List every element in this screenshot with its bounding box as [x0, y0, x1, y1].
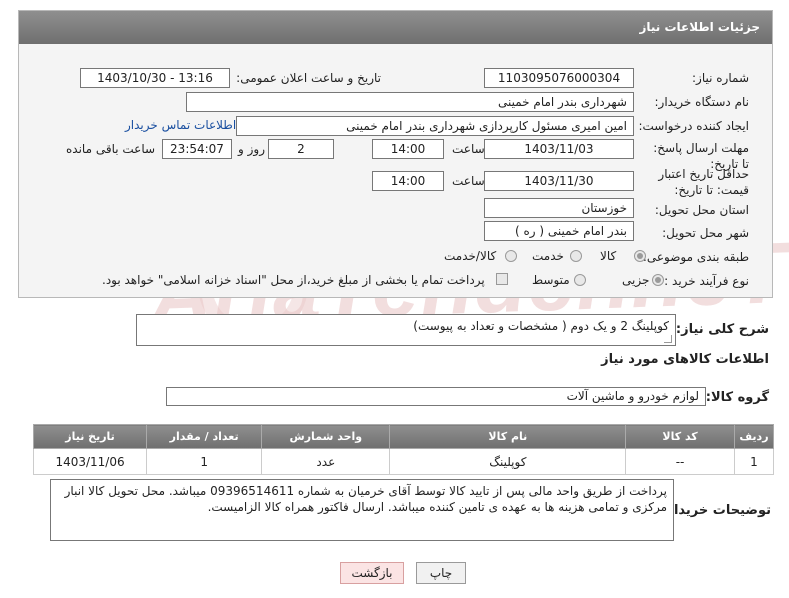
- days-remaining-field[interactable]: 2: [268, 139, 334, 159]
- process-radio-medium[interactable]: [574, 274, 586, 286]
- city-field[interactable]: بندر امام خمینی ( ره ): [484, 221, 634, 241]
- need-number-label: شماره نیاز:: [692, 71, 749, 85]
- description-field[interactable]: کوپلینگ 2 و یک دوم ( مشخصات و تعداد به پ…: [136, 314, 676, 346]
- table-row[interactable]: 1 -- کوپلینگ عدد 1 1403/11/06: [32, 448, 775, 475]
- deadline-date-field[interactable]: 1403/11/03: [484, 139, 634, 159]
- col-name-header: نام کالا: [389, 424, 627, 449]
- panel-title: جزئیات اطلاعات نیاز: [19, 11, 772, 44]
- category-label: طبقه بندی موضوعی:: [642, 250, 749, 264]
- category-option-service: خدمت: [532, 249, 564, 263]
- remaining-label: ساعت باقی مانده: [66, 142, 156, 156]
- category-radio-goods-service[interactable]: [505, 250, 517, 262]
- process-option-minor: جزیی: [622, 273, 650, 287]
- announce-field[interactable]: 1403/10/30 - 13:16: [80, 68, 230, 88]
- cell-name: کوپلینگ: [389, 448, 627, 475]
- cell-unit: عدد: [261, 448, 391, 475]
- goods-table: ردیف کد کالا نام کالا واحد شمارش تعداد /…: [32, 424, 775, 475]
- need-number-field[interactable]: 1103095076000304: [484, 68, 634, 88]
- goods-group-label: گروه کالا:: [705, 390, 769, 405]
- description-label: شرح کلی نیاز:: [675, 322, 769, 337]
- back-button[interactable]: بازگشت: [340, 562, 404, 584]
- province-label: استان محل تحویل:: [654, 203, 749, 217]
- cell-qty: 1: [146, 448, 263, 475]
- cell-date: 1403/11/06: [32, 448, 148, 475]
- resize-grip-icon[interactable]: [664, 335, 672, 343]
- description-text: کوپلینگ 2 و یک دوم ( مشخصات و تعداد به پ…: [413, 319, 669, 333]
- buyer-notes-field[interactable]: پرداخت از طریق واحد مالی پس از تایید کال…: [50, 479, 674, 541]
- contact-buyer-link[interactable]: اطلاعات تماس خریدار: [125, 118, 236, 132]
- cell-row: 1: [733, 448, 775, 475]
- validity-label: حداقل تاریخ اعتبار قیمت: تا تاریخ:: [658, 167, 749, 197]
- cell-code: --: [625, 448, 735, 475]
- table-header-row: ردیف کد کالا نام کالا واحد شمارش تعداد /…: [32, 424, 775, 449]
- buyer-notes-label: توضیحات خریدار:: [661, 503, 771, 518]
- city-label: شهر محل تحویل:: [662, 226, 749, 240]
- validity-time-label: ساعت: [452, 174, 485, 188]
- col-row-header: ردیف: [733, 424, 775, 449]
- treasury-payment-note: پرداخت تمام یا بخشی از مبلغ خرید،از محل …: [102, 273, 485, 287]
- buyer-org-field[interactable]: شهرداری بندر امام خمینی: [186, 92, 634, 112]
- province-field[interactable]: خوزستان: [484, 198, 634, 218]
- validity-time-field[interactable]: 14:00: [372, 171, 444, 191]
- requester-field[interactable]: امین امیری مسئول کارپردازی شهرداری بندر …: [236, 116, 634, 136]
- process-label: نوع فرآیند خرید :: [664, 274, 749, 288]
- category-radio-service[interactable]: [570, 250, 582, 262]
- buyer-org-label: نام دستگاه خریدار:: [654, 95, 750, 109]
- category-radio-goods[interactable]: [634, 250, 646, 262]
- col-code-header: کد کالا: [625, 424, 735, 449]
- buyer-notes-text: پرداخت از طریق واحد مالی پس از تایید کال…: [64, 484, 667, 514]
- print-button[interactable]: چاپ: [416, 562, 466, 584]
- category-option-goods-service: کالا/خدمت: [444, 249, 497, 263]
- days-label: روز و: [238, 142, 265, 156]
- col-unit-header: واحد شمارش: [261, 424, 391, 449]
- col-qty-header: تعداد / مقدار: [146, 424, 263, 449]
- process-radio-minor[interactable]: [652, 274, 664, 286]
- remaining-time-field[interactable]: 23:54:07: [162, 139, 232, 159]
- treasury-payment-checkbox[interactable]: [496, 273, 508, 285]
- requester-label: ایجاد کننده درخواست:: [638, 119, 749, 133]
- goods-group-field[interactable]: لوازم خودرو و ماشین آلات: [166, 387, 706, 406]
- process-option-medium: متوسط: [532, 273, 570, 287]
- validity-date-field[interactable]: 1403/11/30: [484, 171, 634, 191]
- deadline-time-field[interactable]: 14:00: [372, 139, 444, 159]
- announce-label: تاریخ و ساعت اعلان عمومی:: [236, 71, 381, 85]
- deadline-time-label: ساعت: [452, 142, 485, 156]
- goods-section-title: اطلاعات کالاهای مورد نیاز: [601, 352, 769, 367]
- col-date-header: تاریخ نیاز: [32, 424, 148, 449]
- category-option-goods: کالا: [600, 249, 617, 263]
